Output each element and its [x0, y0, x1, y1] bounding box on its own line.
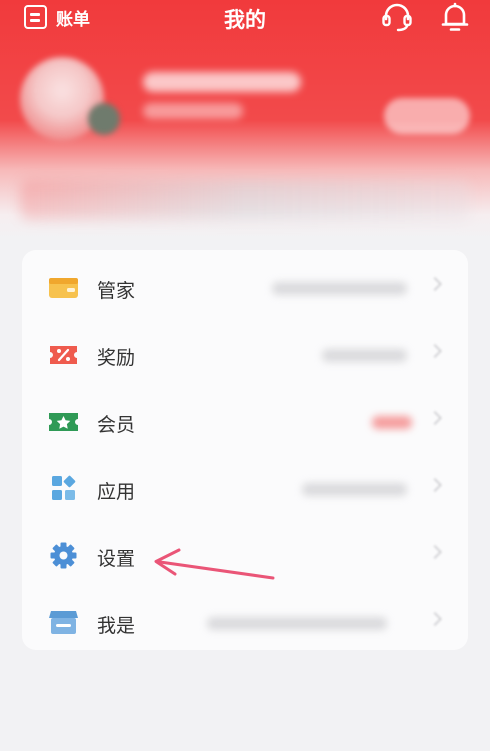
- annotation-arrow: [154, 548, 275, 580]
- menu-item-merchant[interactable]: 我是: [22, 589, 468, 656]
- page-title: 我的: [224, 8, 266, 32]
- menu-item-label: 管家: [97, 280, 136, 302]
- menu-item-rewards[interactable]: 奖励: [22, 321, 468, 388]
- store-icon: [49, 611, 78, 634]
- menu-item-label: 应用: [97, 481, 136, 503]
- menu-item-value-redacted: [207, 617, 387, 630]
- menu-item-apps[interactable]: 应用: [22, 455, 468, 522]
- chevron-right-icon: [427, 410, 443, 426]
- menu-item-value-redacted: [302, 483, 407, 496]
- chevron-right-icon: [427, 611, 443, 627]
- member-ticket-icon: [49, 413, 78, 431]
- menu-item-value-redacted: [272, 282, 407, 295]
- apps-grid-icon: [52, 475, 76, 500]
- account-info-redacted: [143, 103, 243, 119]
- menu-item-butler[interactable]: 管家: [22, 254, 468, 321]
- red-dot-badge: [372, 416, 412, 429]
- profile-section[interactable]: [0, 45, 490, 155]
- menu-item-label: 我是: [97, 615, 136, 637]
- menu-item-label: 奖励: [97, 347, 136, 369]
- gear-icon: [50, 542, 77, 569]
- bell-icon[interactable]: [438, 2, 472, 32]
- stats-bar-redacted: [20, 180, 470, 220]
- menu-card: 管家 奖励 会员 应用 设置 我是: [22, 250, 468, 650]
- chevron-right-icon: [427, 276, 443, 292]
- menu-item-label: 设置: [97, 548, 136, 570]
- chevron-right-icon: [427, 544, 443, 560]
- menu-item-member[interactable]: 会员: [22, 388, 468, 455]
- profile-action-button[interactable]: [384, 98, 470, 134]
- menu-item-label: 会员: [97, 414, 136, 436]
- avatar-badge: [88, 103, 120, 135]
- chevron-right-icon: [427, 477, 443, 493]
- top-bar: 账单 我的: [0, 0, 490, 36]
- coupon-percent-icon: [50, 346, 77, 364]
- menu-item-value-redacted: [322, 349, 407, 362]
- username-redacted: [143, 72, 301, 92]
- chevron-right-icon: [427, 343, 443, 359]
- wallet-card-icon: [49, 278, 78, 298]
- headset-icon[interactable]: [380, 2, 414, 32]
